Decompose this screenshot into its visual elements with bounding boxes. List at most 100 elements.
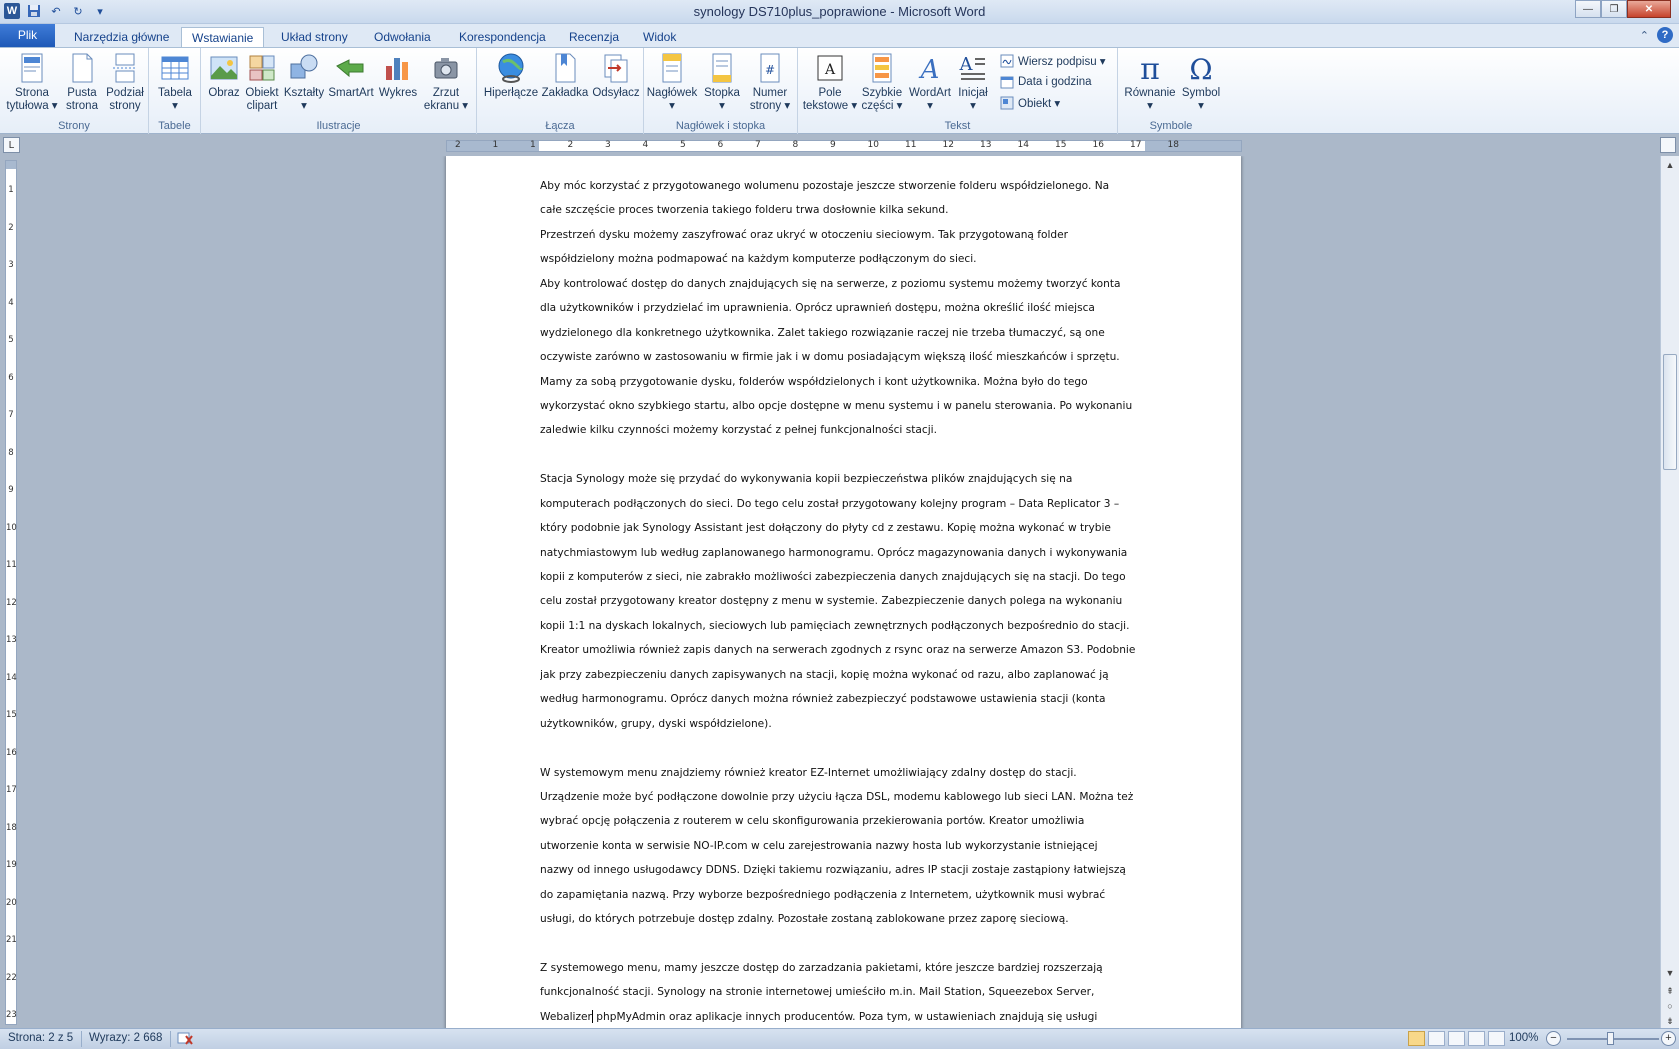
wordart-button[interactable]: A WordArt ▾ [906,52,954,113]
document-text-line[interactable]: nazwy od innego usługodawcy DDNS. Dzięki… [540,858,1150,882]
horizontal-ruler[interactable]: 2 1 1 2 3 4 5 6 7 8 9 10 11 12 13 14 15 16 17 18 [446,140,1242,152]
document-text-line[interactable]: Z systemowego menu, mamy jeszcze dostęp … [540,956,1150,980]
document-text-line[interactable]: zaledwie kilku czynności możemy korzysta… [540,418,1150,442]
footer-button[interactable]: Stopka ▾ [700,52,744,113]
document-text-line[interactable]: współdzielony można podmapować na każdym… [540,247,1150,271]
document-text-line[interactable]: natychmiastowym lub według zaplanowanego… [540,541,1150,565]
document-text-line[interactable]: Przestrzeń dysku możemy zaszyfrować oraz… [540,223,1150,247]
symbol-button[interactable]: Ω Symbol ▾ [1180,52,1222,113]
document-text-line[interactable]: Webalizer phpMyAdmin oraz aplikacje inny… [540,1005,1150,1028]
text-after-cursor: phpMyAdmin oraz aplikacje innych produce… [592,1010,1098,1023]
document-text-line[interactable]: wykorzystać okno szybkiego startu, albo … [540,394,1150,418]
document-text-line[interactable]: kopii z komputerów z sieci, nie zabrakło… [540,565,1150,589]
document-text-line[interactable]: utworzenie konta w serwisie NO-IP.com w … [540,834,1150,858]
minimize-ribbon-icon[interactable]: ⌃ [1640,29,1649,42]
maximize-button[interactable]: ❐ [1601,0,1627,18]
document-text-line[interactable]: komputerach podłączonych do sieci. Do te… [540,492,1150,516]
scroll-down-icon[interactable]: ▼ [1663,966,1677,980]
date-time-button[interactable]: Data i godzina [1000,75,1092,89]
vertical-ruler[interactable]: 1 2 3 4 5 6 7 8 9 10 11 12 13 14 15 16 17 18 19 20 21 22 23 [5,160,17,1025]
vertical-ruler-number: 1 [8,185,14,195]
help-icon[interactable]: ? [1657,27,1673,43]
web-layout-view-button[interactable] [1448,1031,1465,1046]
document-text-line[interactable]: Kreator umożliwia również zapis danych n… [540,638,1150,662]
document-text-line[interactable]: wydzielonego dla konkretnego użytkownika… [540,321,1150,345]
smartart-button[interactable]: SmartArt [327,52,375,100]
minimize-button[interactable]: — [1575,0,1601,18]
draft-view-button[interactable] [1488,1031,1505,1046]
tab-references[interactable]: Odwołania [364,27,441,47]
hyperlink-button[interactable]: Hiperłącze [483,52,539,100]
full-screen-reading-view-button[interactable] [1428,1031,1445,1046]
header-button[interactable]: Nagłówek ▾ [646,52,698,113]
document-text-line[interactable]: jak przy zabezpieczeniu danych zapisywan… [540,663,1150,687]
tab-review[interactable]: Recenzja [559,27,629,47]
zoom-out-icon[interactable]: − [1546,1031,1561,1046]
print-layout-view-button[interactable] [1408,1031,1425,1046]
zoom-level[interactable]: 100% [1509,1032,1538,1044]
scroll-up-icon[interactable]: ▲ [1663,158,1677,172]
tab-file[interactable]: Plik [0,24,55,47]
document-text-line[interactable]: funkcjonalność stacji. Synology na stron… [540,980,1150,1004]
proofing-icon[interactable] [177,1032,193,1049]
clip-art-button[interactable]: Obiekt clipart [243,52,281,113]
signature-line-button[interactable]: Wiersz podpisu ▾ [1000,54,1106,68]
browse-object-icon[interactable]: ○ [1663,999,1677,1013]
vertical-scrollbar[interactable]: ▲ ▼ ⇞ ○ ⇟ [1660,156,1679,1028]
page-break-button[interactable]: Podział strony [104,52,146,113]
tab-view[interactable]: Widok [633,27,686,47]
zoom-in-icon[interactable]: + [1661,1031,1676,1046]
document-text-line[interactable]: kopii 1:1 na dyskach lokalnych, sieciowy… [540,614,1150,638]
tab-page-layout[interactable]: Układ strony [271,27,358,47]
document-text-line[interactable]: całe szczęście proces tworzenia takiego … [540,198,1150,222]
document-text-line[interactable]: W systemowym menu znajdziemy również kre… [540,761,1150,785]
shapes-button[interactable]: Kształty ▾ [283,52,325,113]
document-text-line[interactable]: Aby kontrolować dostęp do danych znajduj… [540,272,1150,296]
view-ruler-toggle[interactable] [1660,137,1676,153]
vertical-ruler-number: 6 [8,372,14,383]
table-button[interactable]: Tabela ▾ [155,52,195,113]
cover-page-button[interactable]: Strona tytułowa ▾ [4,52,60,113]
vertical-ruler-number: 9 [8,485,14,495]
zoom-slider-thumb[interactable] [1607,1032,1614,1045]
tab-home[interactable]: Narzędzia główne [64,27,179,47]
blank-page-button[interactable]: Pusta strona [62,52,102,113]
text-box-button[interactable]: A Pole tekstowe ▾ [802,52,858,113]
next-page-icon[interactable]: ⇟ [1663,1014,1677,1028]
document-text-line[interactable]: który podobnie jak Synology Assistant je… [540,516,1150,540]
document-canvas[interactable]: Aby móc korzystać z przygotowanego wolum… [22,156,1658,1028]
document-text-line[interactable]: oczywiste zarówno w zastosowaniu w firmi… [540,345,1150,369]
close-button[interactable]: ✕ [1627,0,1671,18]
document-text-line[interactable]: Stacja Synology może się przydać do wyko… [540,467,1150,491]
quick-parts-button[interactable]: Szybkie części ▾ [860,52,904,113]
page-count[interactable]: Strona: 2 z 5 [8,1032,73,1044]
previous-page-icon[interactable]: ⇞ [1663,984,1677,998]
document-body[interactable]: Aby móc korzystać z przygotowanego wolum… [540,174,1150,1028]
document-page[interactable]: Aby móc korzystać z przygotowanego wolum… [446,156,1241,1028]
cross-reference-button[interactable]: Odsyłacz [591,52,641,100]
outline-view-button[interactable] [1468,1031,1485,1046]
document-text-line[interactable]: według harmonogramu. Oprócz danych można… [540,687,1150,711]
document-text-line[interactable]: użytkowników, grupy, dyski współdzielone… [540,712,1150,736]
tab-mailings[interactable]: Korespondencja [449,27,556,47]
equation-button[interactable]: π Równanie ▾ [1122,52,1178,113]
document-text-line[interactable]: usługi, do których potrzebuje dostęp zda… [540,907,1150,931]
page-number-button[interactable]: # Numer strony ▾ [746,52,794,113]
document-text-line[interactable]: celu został przygotowany kreator dostępn… [540,589,1150,613]
document-text-line[interactable]: wybrać opcję połączenia z routerem w cel… [540,809,1150,833]
document-text-line[interactable]: Urządzenie może być podłączone dowolnie … [540,785,1150,809]
screenshot-button[interactable]: Zrzut ekranu ▾ [421,52,471,113]
drop-cap-button[interactable]: A Inicjał ▾ [954,52,992,113]
document-text-line[interactable]: Mamy za sobą przygotowanie dysku, folder… [540,370,1150,394]
scrollbar-thumb[interactable] [1663,354,1677,470]
chart-button[interactable]: Wykres [378,52,418,100]
word-count[interactable]: Wyrazy: 2 668 [89,1032,162,1044]
document-text-line[interactable]: Aby móc korzystać z przygotowanego wolum… [540,174,1150,198]
tab-selector-button[interactable]: L [3,137,20,153]
tab-insert[interactable]: Wstawianie [181,27,265,47]
bookmark-button[interactable]: Zakładka [541,52,589,100]
object-button[interactable]: Obiekt ▾ [1000,96,1060,110]
document-text-line[interactable]: dla użytkowników i przydzielać im uprawn… [540,296,1150,320]
picture-button[interactable]: Obraz [207,52,241,100]
document-text-line[interactable]: do zapamiętania nazwą. Przy wyborze bezp… [540,883,1150,907]
